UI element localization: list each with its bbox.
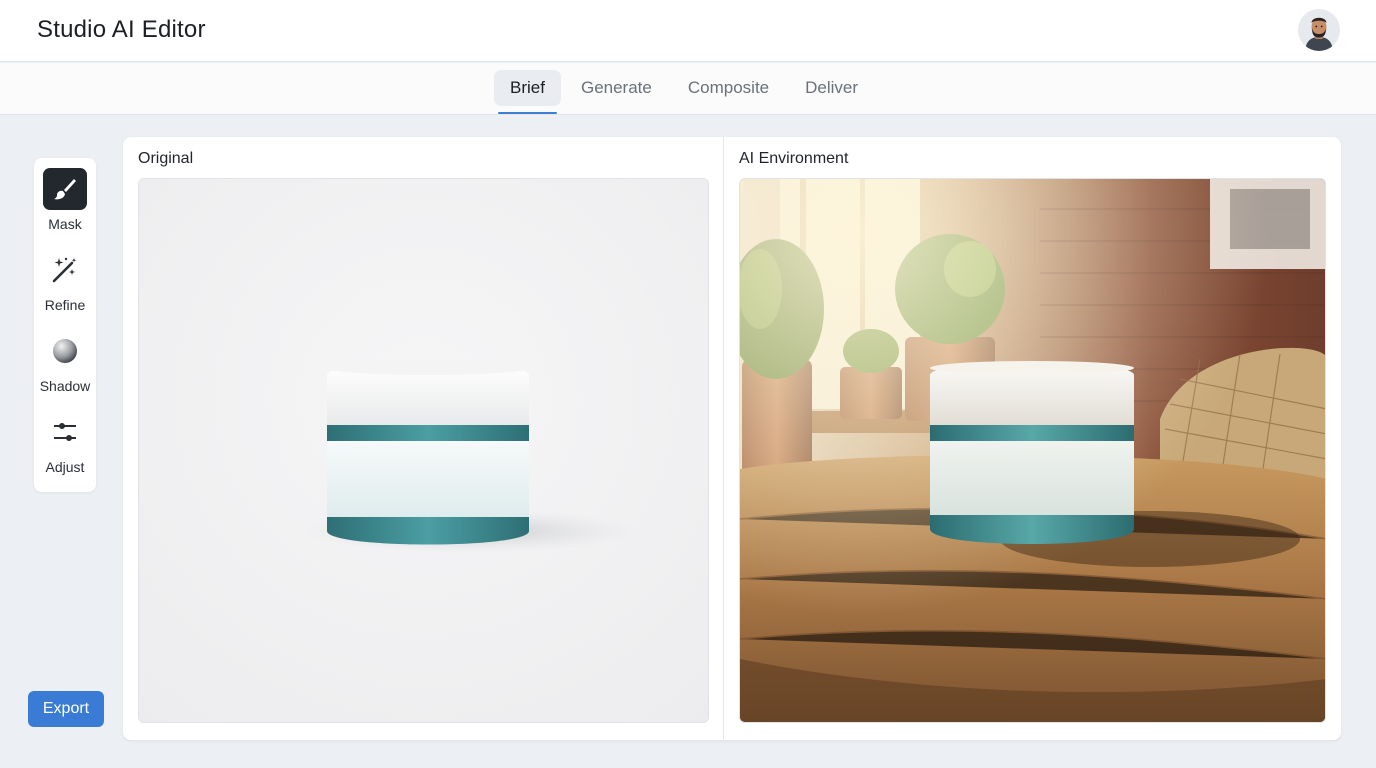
tab-deliver[interactable]: Deliver [789, 70, 874, 106]
user-avatar[interactable] [1298, 9, 1340, 51]
sliders-icon [54, 423, 76, 441]
avatar-icon [1298, 9, 1340, 51]
original-panel-label: Original [138, 150, 194, 167]
top-bar: Studio AI Editor [0, 0, 1376, 62]
shadow-sphere-icon [53, 339, 77, 363]
ai-image-frame[interactable] [739, 178, 1326, 723]
original-product-image [139, 179, 708, 722]
original-image-frame[interactable] [138, 178, 709, 723]
tool-shadow-label: Shadow [39, 378, 91, 394]
export-button[interactable]: Export [28, 691, 104, 727]
workflow-tabs: Brief Generate Composite Deliver [494, 70, 878, 114]
panel-divider [723, 137, 724, 740]
brush-icon [54, 179, 76, 200]
tab-brief[interactable]: Brief [494, 70, 561, 114]
tool-adjust-icon-box [43, 411, 87, 453]
tool-mask-icon-box [43, 168, 87, 210]
tool-shadow[interactable]: Shadow [34, 330, 96, 408]
app-title: Studio AI Editor [37, 16, 206, 43]
magic-wand-icon [52, 257, 77, 283]
ai-panel-label: AI Environment [739, 150, 849, 167]
tab-generate[interactable]: Generate [565, 70, 668, 106]
tool-mask-label: Mask [48, 216, 82, 232]
tool-rail: Mask Refine Shadow Adjust [34, 158, 96, 492]
tool-shadow-icon-box [43, 330, 87, 372]
tool-adjust-label: Adjust [45, 459, 85, 475]
tool-adjust[interactable]: Adjust [34, 411, 96, 489]
tool-refine-icon-box [43, 249, 87, 291]
tool-refine-label: Refine [44, 297, 86, 313]
ai-environment-image [740, 179, 1325, 722]
tool-mask[interactable]: Mask [34, 168, 96, 246]
tab-bar: Brief Generate Composite Deliver [0, 63, 1376, 115]
canvas-card: Original AI Environment [123, 137, 1341, 740]
tool-refine[interactable]: Refine [34, 249, 96, 327]
tab-composite[interactable]: Composite [672, 70, 785, 106]
